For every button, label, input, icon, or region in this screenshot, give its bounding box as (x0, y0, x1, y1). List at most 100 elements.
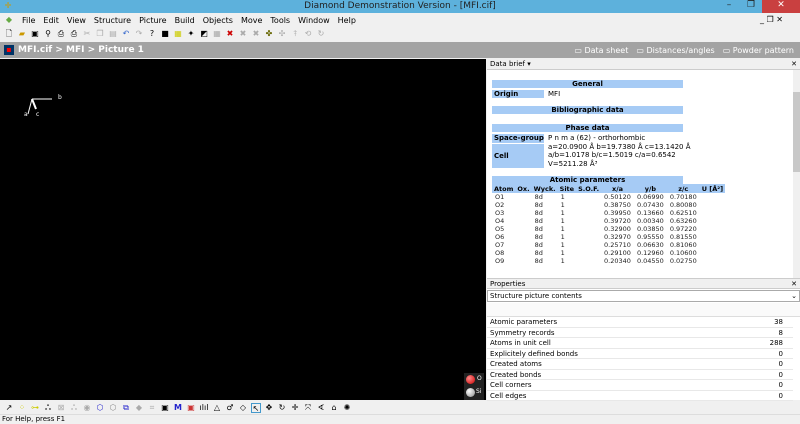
menu-window[interactable]: Window (298, 16, 330, 25)
cluster-icon[interactable]: ஃ (69, 403, 79, 413)
molecule-icon[interactable]: ✤ (264, 29, 274, 39)
menu-view[interactable]: View (67, 16, 86, 25)
histogram-icon[interactable]: ılıl (199, 403, 209, 413)
table-cell (576, 193, 601, 201)
move2-icon[interactable]: ⤉ (290, 29, 300, 39)
property-row[interactable]: Created atoms 0 (487, 359, 793, 370)
close-icon[interactable]: ✕ (791, 59, 797, 70)
property-row[interactable]: Atoms in unit cell 288 (487, 338, 793, 349)
column-header: y/b (633, 184, 667, 193)
tab-data-sheet[interactable]: ▭ Data sheet (574, 46, 628, 55)
data-brief-title[interactable]: Data brief (490, 60, 525, 68)
tab-powder-pattern[interactable]: ▭ Powder pattern (723, 46, 794, 55)
menu-edit[interactable]: Edit (43, 16, 59, 25)
scrollbar[interactable] (793, 70, 800, 278)
pointer-icon[interactable]: ↖ (251, 402, 261, 413)
table-cell: O2 (495, 201, 505, 209)
angle-icon[interactable]: △ (212, 403, 222, 413)
hexagon-icon[interactable]: ⬡ (95, 403, 105, 413)
property-row[interactable]: Symmetry records 8 (487, 328, 793, 338)
label-icon[interactable]: ⌗ (147, 403, 157, 413)
title-bar: ✛ Diamond Demonstration Version - [MFI.c… (0, 0, 800, 13)
structure-icon[interactable]: ▦ (173, 29, 183, 39)
property-row[interactable]: Explicitely defined bonds 0 (487, 349, 793, 359)
table-cell: 1 (560, 249, 565, 257)
axis-b-label: b (58, 94, 62, 101)
properties-select[interactable]: Structure picture contents ⌄ (487, 290, 800, 302)
cell-icon[interactable]: ⧉ (121, 403, 131, 413)
hexagon-outline-icon[interactable]: ⬡ (108, 403, 118, 413)
sphere-icon[interactable]: ◉ (82, 403, 92, 413)
table-cell: 0.70180 (669, 193, 697, 201)
property-value: 8 (778, 328, 783, 337)
property-row[interactable]: Cell edges 0 (487, 391, 793, 401)
bond-icon[interactable]: ⊶ (30, 403, 40, 413)
open-icon[interactable]: ▰ (17, 29, 27, 39)
close-icon[interactable]: ✕ (791, 279, 797, 290)
menu-move[interactable]: Move (241, 16, 262, 25)
menu-picture[interactable]: Picture (139, 16, 167, 25)
fill-icon[interactable]: ▣ (160, 403, 170, 413)
help-icon[interactable]: ? (147, 29, 157, 39)
zoom-icon[interactable]: ⤧ (303, 403, 313, 413)
property-row[interactable]: Created bonds 0 (487, 370, 793, 380)
tab-distances-angles[interactable]: ▭ Distances/angles (636, 46, 714, 55)
picture-icon[interactable]: ■ (160, 29, 170, 39)
menu-tools[interactable]: Tools (270, 16, 290, 25)
table-cell: 0.12960 (636, 249, 664, 257)
menu-file[interactable]: File (22, 16, 35, 25)
minimize-button[interactable]: – (718, 0, 740, 13)
structure-canvas[interactable]: b a c O Si (0, 59, 486, 400)
undo-icon[interactable]: ↶ (121, 29, 131, 39)
atom-tool-icon[interactable]: ✖ (238, 29, 248, 39)
rotate-icon[interactable]: ⟲ (303, 29, 313, 39)
molecule-icon[interactable]: ஃ (43, 403, 53, 413)
torsion-icon[interactable]: ♂ (225, 403, 235, 413)
table-cell: 1 (560, 209, 565, 217)
model-icon[interactable]: M (173, 403, 183, 413)
mdi-window-controls[interactable]: _ ❐ ✕ (760, 15, 783, 24)
plane-icon[interactable]: ◇ (238, 403, 248, 413)
table-icon[interactable]: ▦ (212, 29, 222, 39)
property-row[interactable]: Atomic parameters 38 (487, 317, 793, 328)
save-icon[interactable]: ▣ (30, 29, 40, 39)
copy-icon[interactable]: ❐ (95, 29, 105, 39)
rotate-icon[interactable]: ↻ (277, 403, 287, 413)
atoms-icon[interactable]: ⁘ (17, 403, 27, 413)
rotate2-icon[interactable]: ↻ (316, 29, 326, 39)
move-icon[interactable]: ✥ (264, 403, 274, 413)
maximize-button[interactable]: ❐ (740, 0, 762, 13)
menu-objects[interactable]: Objects (203, 16, 233, 25)
graph-icon[interactable]: ◩ (199, 29, 209, 39)
build-icon[interactable]: ⌂ (329, 403, 339, 413)
polyhedra-icon[interactable]: ⊠ (56, 403, 66, 413)
cell-label: Cell (492, 144, 544, 168)
right-panel: Data brief ▾ ✕ General Origin MFI Biblio… (487, 59, 800, 401)
redo-icon[interactable]: ↷ (134, 29, 144, 39)
menu-help[interactable]: Help (338, 16, 356, 25)
grow-icon[interactable]: ✺ (342, 403, 352, 413)
print-preview-icon[interactable]: ⎙ (56, 29, 66, 39)
property-row[interactable]: Cell corners 0 (487, 380, 793, 391)
color-icon[interactable]: ▣ (186, 403, 196, 413)
table-cell (515, 225, 531, 233)
draw-icon[interactable]: ↗ (4, 403, 14, 413)
measure-icon[interactable]: ∢ (316, 403, 326, 413)
close-button[interactable]: ✕ (762, 0, 800, 13)
print-icon[interactable]: ⎙ (69, 29, 79, 39)
delete-atom-icon[interactable]: ✖ (225, 29, 235, 39)
table-cell (576, 209, 601, 217)
atom-tool2-icon[interactable]: ✖ (251, 29, 261, 39)
cut-icon[interactable]: ✂ (82, 29, 92, 39)
new-icon[interactable]: 🗋 (4, 29, 14, 39)
wizard-icon[interactable]: ✦ (186, 29, 196, 39)
paste-icon[interactable]: ▤ (108, 29, 118, 39)
move-icon[interactable]: ✣ (277, 29, 287, 39)
table-cell: 0.25710 (604, 241, 631, 249)
menu-build[interactable]: Build (175, 16, 195, 25)
menu-structure[interactable]: Structure (94, 16, 131, 25)
translate-icon[interactable]: ✛ (290, 403, 300, 413)
find-icon[interactable]: ⚲ (43, 29, 53, 39)
diamond-icon[interactable]: ◆ (134, 403, 144, 413)
tab-label: Powder pattern (732, 45, 794, 55)
